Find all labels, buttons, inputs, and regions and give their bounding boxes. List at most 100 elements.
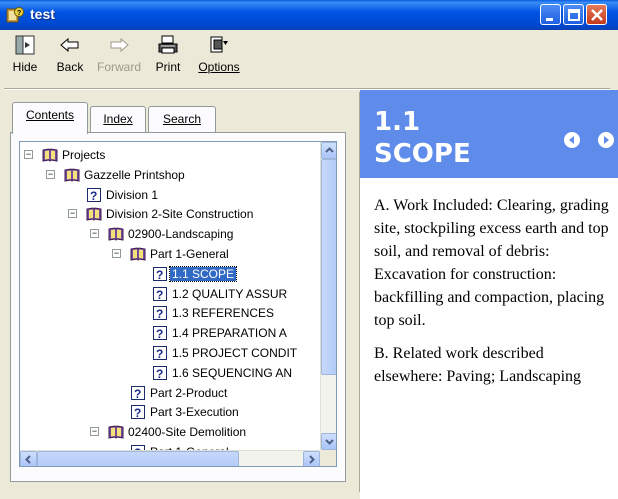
tree-item[interactable]: − Gazzelle Printshop xyxy=(20,166,318,184)
collapse-toggle[interactable]: − xyxy=(46,169,55,179)
tree-item[interactable]: − Part 1-General xyxy=(20,245,318,263)
collapse-toggle[interactable]: − xyxy=(90,427,99,437)
minimize-button[interactable] xyxy=(540,4,561,25)
topic-header: 1.1 SCOPE xyxy=(360,90,618,178)
back-arrow-icon xyxy=(60,37,79,53)
tree-item-label: Gazzelle Printshop xyxy=(84,167,185,182)
navigation-pane: Contents Index Search ? Part 1-General −02… xyxy=(4,92,352,492)
book-icon xyxy=(42,147,58,163)
help-page-icon: ? xyxy=(152,286,168,302)
toolbar: Hide Back Forward Print Options xyxy=(0,30,618,88)
svg-text:?: ? xyxy=(134,406,141,420)
tree-item[interactable]: − Division 2-Site Construction xyxy=(20,205,318,223)
svg-text:?: ? xyxy=(156,327,163,341)
scroll-up-button[interactable] xyxy=(321,142,336,159)
tab-search[interactable]: Search xyxy=(148,106,216,132)
hide-button[interactable]: Hide xyxy=(8,34,42,84)
tree-item[interactable]: ? 1.6 SEQUENCING AN xyxy=(20,364,318,382)
back-label: Back xyxy=(56,60,84,74)
horizontal-scroll-thumb[interactable] xyxy=(37,451,239,466)
topic-number: 1.1 xyxy=(374,107,421,137)
close-button[interactable] xyxy=(586,4,607,25)
contents-panel: ? Part 1-General − 02400-Site Demolition? Pa… xyxy=(10,132,346,482)
horizontal-scrollbar[interactable] xyxy=(20,450,320,466)
tab-contents-label: Contents xyxy=(25,108,75,122)
tree-item[interactable]: ? 1.3 REFERENCES xyxy=(20,304,318,322)
topic-pane: 1.1 SCOPE A. Work Included: Clearing, gr… xyxy=(360,90,618,499)
tree-item[interactable]: ? 1.4 PREPARATION A xyxy=(20,324,318,342)
help-page-icon: ? xyxy=(152,365,168,381)
tree-item-label: 1.6 SEQUENCING AN xyxy=(172,365,293,380)
scroll-right-button[interactable] xyxy=(303,451,320,466)
help-page-icon: ? xyxy=(130,404,146,420)
scroll-down-button[interactable] xyxy=(321,433,336,450)
tab-contents[interactable]: Contents xyxy=(12,102,88,134)
tree-item-label: 1.5 PROJECT CONDIT xyxy=(172,346,298,360)
tree-item-label: Part 3-Execution xyxy=(150,405,239,420)
tree-item-label: Part 2-Product xyxy=(150,385,228,400)
forward-arrow-icon xyxy=(110,37,129,53)
tree-item[interactable]: − 02900-Landscaping xyxy=(20,225,318,243)
scrollbar-corner xyxy=(320,450,336,466)
tree-item[interactable]: ? 1.1 SCOPE xyxy=(20,265,318,283)
help-page-icon: ? xyxy=(152,266,168,282)
tab-index-label: Index xyxy=(103,112,133,126)
tree-item-label: Part 1-General xyxy=(150,247,229,261)
svg-text:?: ? xyxy=(156,347,163,361)
tree-item[interactable]: − 02400-Site Demolition xyxy=(20,423,318,441)
options-button[interactable]: Options xyxy=(196,34,242,84)
tree-item[interactable]: ? Division 1 xyxy=(20,186,318,204)
svg-text:?: ? xyxy=(90,189,97,203)
help-page-icon: ? xyxy=(152,345,168,361)
tab-search-label: Search xyxy=(162,112,202,126)
svg-text:?: ? xyxy=(156,268,163,282)
scroll-left-button[interactable] xyxy=(20,451,37,466)
collapse-toggle[interactable]: − xyxy=(90,229,99,239)
vertical-scrollbar[interactable] xyxy=(320,142,336,450)
print-label: Print xyxy=(155,60,181,74)
svg-text:?: ? xyxy=(156,288,163,302)
window-title: test xyxy=(30,6,55,22)
vertical-scroll-thumb[interactable] xyxy=(321,159,336,375)
maximize-button[interactable] xyxy=(563,4,584,25)
pane-splitter[interactable] xyxy=(352,92,360,492)
collapse-toggle[interactable]: − xyxy=(24,150,33,159)
tree-item-label: 1.3 REFERENCES xyxy=(172,306,275,321)
next-arrow-icon xyxy=(604,136,609,144)
tree-item-label: Division 1 xyxy=(106,187,159,202)
help-page-icon: ? xyxy=(130,385,146,401)
previous-topic-button[interactable] xyxy=(564,132,580,148)
svg-text:?: ? xyxy=(156,367,163,381)
book-icon xyxy=(108,226,124,242)
next-topic-button[interactable] xyxy=(598,132,614,148)
tree-item[interactable]: − Projects xyxy=(20,146,318,164)
options-label: Options xyxy=(198,60,240,74)
help-page-icon: ? xyxy=(152,325,168,341)
collapse-toggle[interactable]: − xyxy=(112,249,121,258)
topic-body: A. Work Included: Clearing, grading site… xyxy=(374,194,614,398)
title-bar[interactable]: ? test xyxy=(0,0,618,30)
book-icon xyxy=(108,424,124,440)
chevron-up-icon xyxy=(325,147,334,153)
contents-tree[interactable]: ? Part 1-General − 02400-Site Demolition? Pa… xyxy=(19,141,337,467)
svg-text:?: ? xyxy=(17,10,21,17)
collapse-toggle[interactable]: − xyxy=(68,209,77,219)
tree-item-label: Projects xyxy=(62,148,106,162)
forward-button[interactable]: Forward xyxy=(94,34,144,84)
topic-paragraph-a: A. Work Included: Clearing, grading site… xyxy=(374,197,609,329)
tree-item[interactable]: ? 1.5 PROJECT CONDIT xyxy=(20,344,318,362)
tree-item[interactable]: ? Part 3-Execution xyxy=(20,403,318,421)
topic-paragraph-b: B. Related work described elsewhere: Pav… xyxy=(374,345,582,385)
tab-index[interactable]: Index xyxy=(90,106,146,132)
tree-item[interactable]: ? 1.2 QUALITY ASSUR xyxy=(20,285,318,303)
topic-name: SCOPE xyxy=(374,139,471,169)
tree-item-label: Division 2-Site Construction xyxy=(106,207,254,222)
tree-item[interactable]: ? Part 2-Product xyxy=(20,384,318,402)
hide-label: Hide xyxy=(12,60,38,74)
hide-pane-icon xyxy=(15,35,35,55)
forward-label: Forward xyxy=(96,60,141,74)
book-icon xyxy=(86,206,102,222)
chevron-left-icon xyxy=(25,455,31,464)
print-button[interactable]: Print xyxy=(150,34,186,84)
back-button[interactable]: Back xyxy=(50,34,90,84)
